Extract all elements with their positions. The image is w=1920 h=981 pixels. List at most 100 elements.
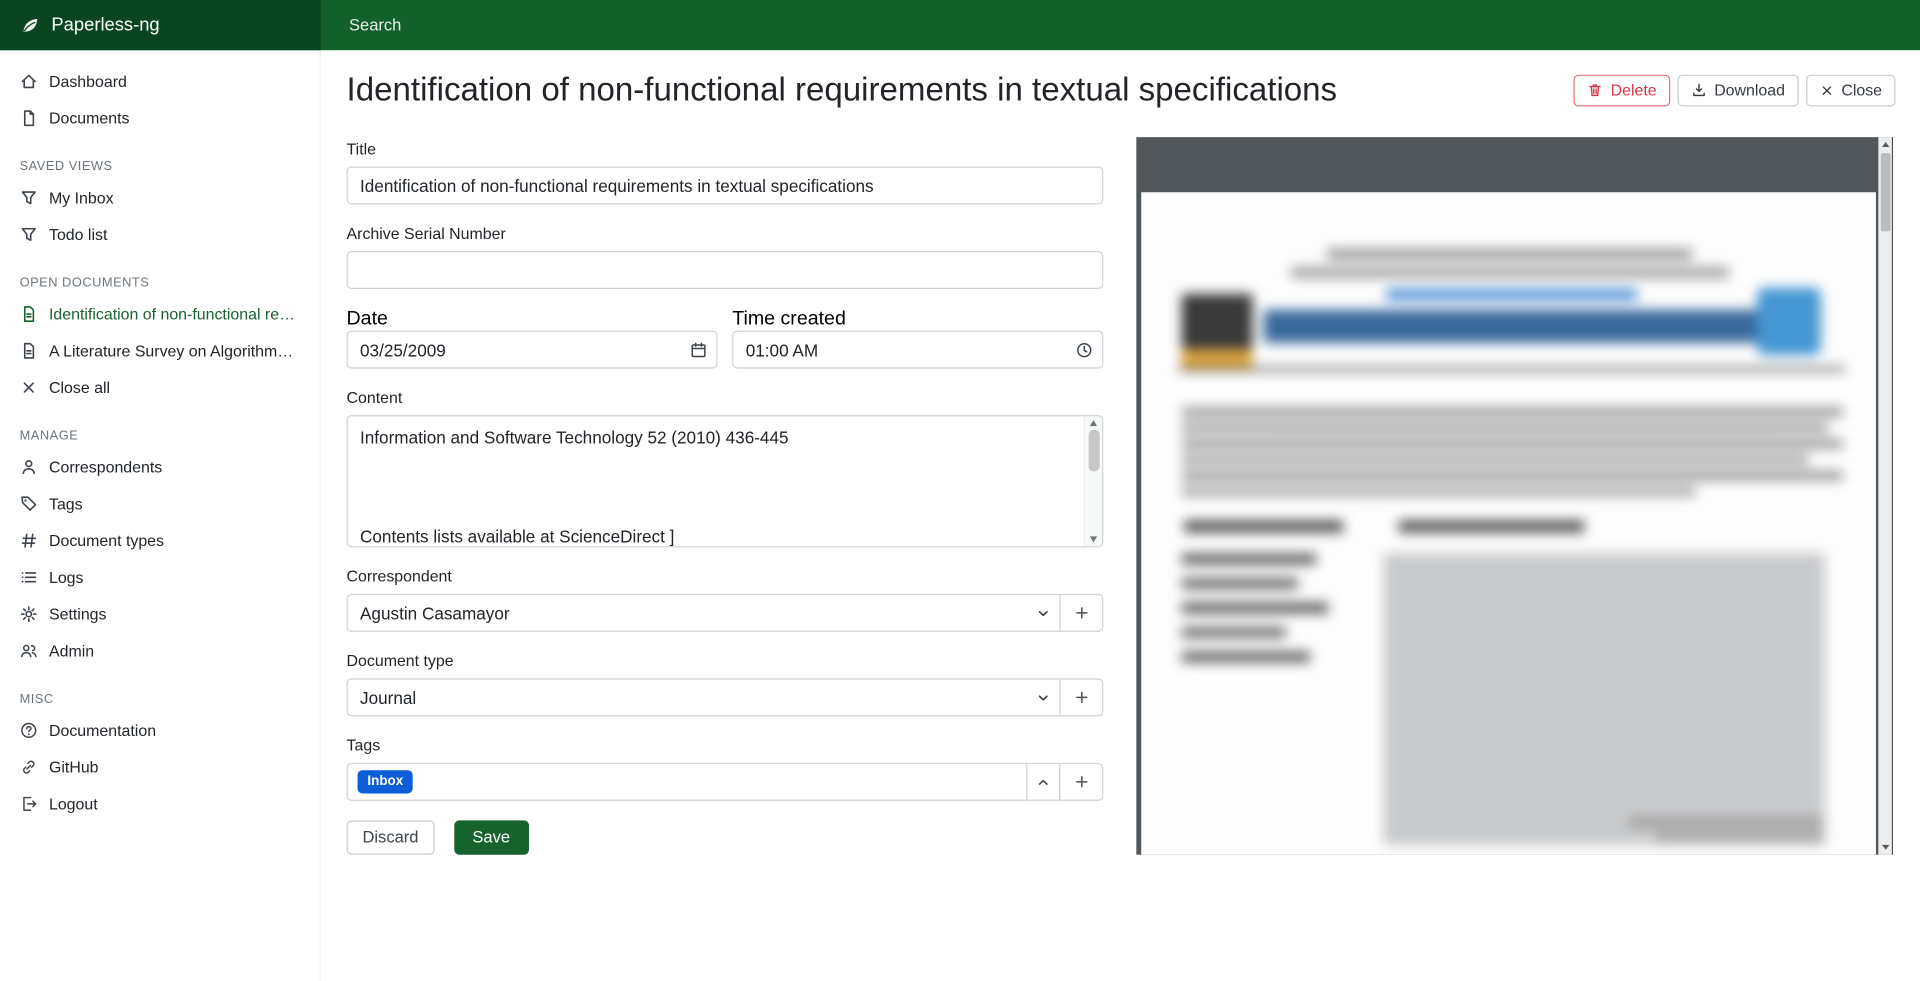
preview-scrollbar[interactable] [1878,137,1891,855]
sidebar-item-settings[interactable]: Settings [0,595,320,632]
app-logo[interactable]: Paperless-ng [0,0,321,50]
tag-badge-inbox[interactable]: Inbox [358,771,414,793]
sidebar-item-label: My Inbox [49,188,114,206]
discard-button[interactable]: Discard [347,820,435,855]
correspondent-select[interactable]: Agustin Casamayor [347,594,1061,632]
person-icon [20,457,38,475]
correspondent-field-group: Correspondent Agustin Casamayor [347,567,1104,632]
people-icon [20,641,38,659]
scroll-down-icon[interactable] [1878,840,1891,855]
sidebar-item-todo-list[interactable]: Todo list [0,216,320,253]
sidebar-item-admin[interactable]: Admin [0,632,320,669]
preview-scrollbar-thumb[interactable] [1880,153,1890,231]
sidebar-item-label: A Literature Survey on Algorithms for Mu… [49,341,300,359]
delete-button[interactable]: Delete [1574,75,1670,106]
sidebar-item-label: Tags [49,494,83,512]
document-type-label: Document type [347,651,1104,671]
download-icon [1691,82,1707,98]
house-icon [20,72,38,90]
sidebar-item-label: Identification of non-functional require… [49,304,300,322]
search-input[interactable] [347,15,1435,36]
main-content: Identification of non-functional require… [321,50,1920,981]
time-created-input[interactable] [732,331,1103,369]
sidebar-item-label: Document types [49,531,164,549]
hash-icon [20,531,38,549]
form-actions: Discard Save [347,820,1104,855]
title-field-group: Title [347,140,1104,205]
sidebar-item-logs[interactable]: Logs [0,558,320,595]
file-icon [20,108,38,126]
scroll-down-icon[interactable] [1090,536,1097,542]
sidebar-item-document-types[interactable]: Document types [0,522,320,559]
content-field-group: Content Information and Software Technol… [347,388,1104,547]
asn-label: Archive Serial Number [347,224,1104,244]
list-icon [20,568,38,586]
sidebar-item-tags[interactable]: Tags [0,485,320,522]
add-correspondent-button[interactable] [1059,594,1103,632]
plus-icon [1073,689,1089,705]
sidebar-item-label: Dashboard [49,72,127,90]
sidebar-item-documentation[interactable]: Documentation [0,711,320,748]
date-input[interactable] [347,331,718,369]
download-button-label: Download [1714,81,1785,100]
scrollbar-thumb[interactable] [1088,430,1099,472]
page-title: Identification of non-functional require… [347,67,1338,113]
sidebar-item-close-all[interactable]: Close all [0,369,320,406]
sidebar-item-logout[interactable]: Logout [0,785,320,822]
sidebar-item-label: Correspondents [49,457,162,475]
asn-field-group: Archive Serial Number [347,224,1104,289]
title-input[interactable] [347,167,1104,205]
gear-icon [20,604,38,622]
close-icon [20,378,38,396]
sidebar-section-open-documents: OPEN DOCUMENTS [0,269,320,295]
pdf-preview-content [1141,192,1876,854]
date-field-group: Date [347,309,718,369]
title-label: Title [347,140,1104,160]
download-button[interactable]: Download [1677,75,1798,106]
content-textarea[interactable]: Information and Software Technology 52 (… [347,415,1104,547]
app-window: Paperless-ng Dashboard Documents SAVED V… [0,0,1920,981]
question-circle-icon [20,721,38,739]
scroll-up-icon[interactable] [1878,137,1891,152]
correspondent-label: Correspondent [347,567,1104,587]
sidebar-item-documents[interactable]: Documents [0,99,320,136]
trash-icon [1587,82,1603,98]
link-icon [20,757,38,775]
content-label: Content [347,388,1104,408]
sidebar-item-my-inbox[interactable]: My Inbox [0,179,320,216]
content-scrollbar[interactable] [1084,416,1102,546]
sidebar-item-dashboard[interactable]: Dashboard [0,62,320,99]
close-button[interactable]: Close [1806,75,1896,106]
file-text-icon [20,304,38,322]
document-type-field-group: Document type Journal [347,651,1104,716]
sidebar-open-document-2[interactable]: A Literature Survey on Algorithms for Mu… [0,332,320,369]
sidebar-section-misc: MISC [0,686,320,712]
add-tag-button[interactable] [1059,763,1103,801]
sidebar-item-github[interactable]: GitHub [0,748,320,785]
document-header: Identification of non-functional require… [347,50,1896,113]
document-type-select[interactable]: Journal [347,678,1061,716]
sidebar-item-label: Logout [49,794,98,812]
brand-name: Paperless-ng [51,15,159,36]
collapse-tags-button[interactable] [1026,763,1060,801]
close-button-label: Close [1841,81,1882,100]
funnel-icon [20,188,38,206]
logout-icon [20,794,38,812]
top-navbar: Paperless-ng [0,0,1920,50]
scroll-up-icon[interactable] [1090,420,1097,426]
tags-input[interactable]: Inbox [347,763,1028,801]
add-document-type-button[interactable] [1059,678,1103,716]
tags-field-group: Tags Inbox [347,736,1104,801]
sidebar-item-label: Settings [49,604,107,622]
date-time-row: Date Time created [347,309,1104,369]
sidebar-section-saved-views: SAVED VIEWS [0,153,320,179]
plus-icon [1073,605,1089,621]
tag-icon [20,494,38,512]
sidebar-item-correspondents[interactable]: Correspondents [0,448,320,485]
sidebar-item-label: Admin [49,641,94,659]
date-label: Date [347,309,388,330]
archive-serial-number-input[interactable] [347,251,1104,289]
save-button[interactable]: Save [454,820,528,855]
sidebar-open-document-1[interactable]: Identification of non-functional require… [0,295,320,332]
file-text-icon [20,341,38,359]
